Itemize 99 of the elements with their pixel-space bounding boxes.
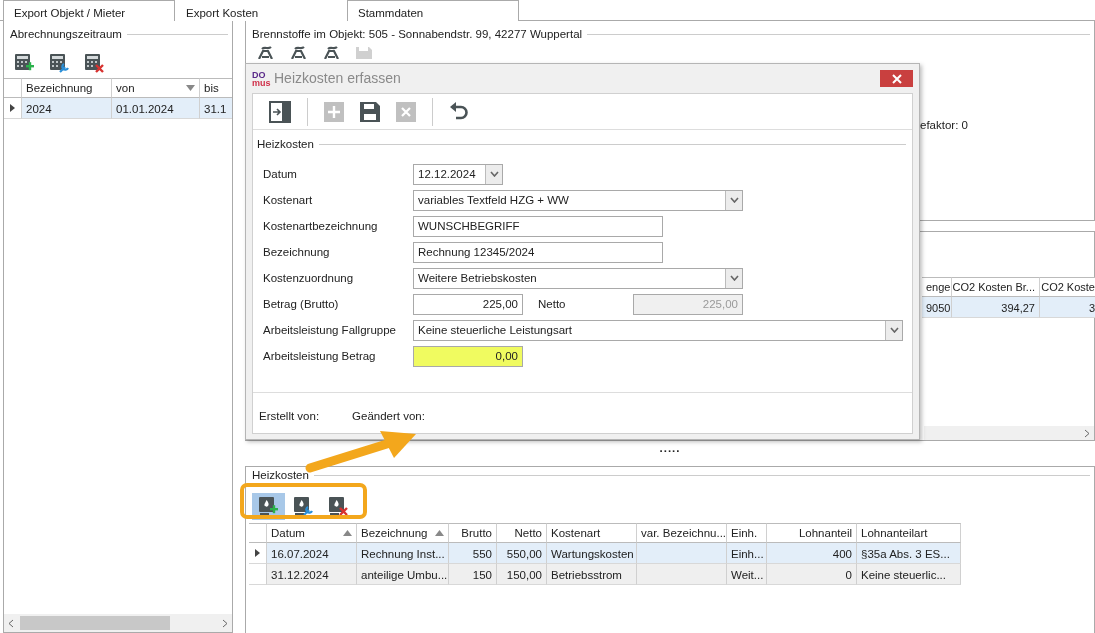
dropdown[interactable]: Keine steuerliche Leistungsart xyxy=(413,319,903,341)
column-header[interactable]: Lohnanteil xyxy=(767,523,857,544)
column-header[interactable]: Bezeichnung xyxy=(357,523,449,544)
dropdown[interactable]: variables Textfeld HZG + WW xyxy=(413,189,743,211)
chevron-down-icon xyxy=(729,197,739,204)
logo: DO mus xyxy=(252,70,270,87)
fuel-icon[interactable] xyxy=(322,46,341,60)
sort-ascending-icon[interactable] xyxy=(435,530,444,537)
table-cell: 3 xyxy=(1040,297,1095,318)
row-header-cell[interactable] xyxy=(4,98,22,120)
column-header[interactable]: Einh. xyxy=(727,523,767,544)
table-cell: 400 xyxy=(767,543,857,565)
input-field[interactable]: Rechnung 12345/2024 xyxy=(413,241,663,263)
table-cell: 9050 xyxy=(922,297,952,318)
input-field[interactable]: 225,00 xyxy=(413,293,523,315)
table-cell: 0 xyxy=(767,564,857,586)
table-cell: Betriebsstrom xyxy=(547,564,637,586)
column-header[interactable]: bis xyxy=(200,78,232,99)
splitter-handle[interactable]: ..... xyxy=(245,441,1095,466)
info-text: efaktor: 0 xyxy=(920,118,968,133)
column-header[interactable]: var. Bezeichnu... xyxy=(637,523,727,544)
scroll-right-icon[interactable] xyxy=(222,618,228,628)
field-label: Kostenzuordnung xyxy=(263,270,355,286)
chevron-down-icon xyxy=(729,275,739,282)
column-header[interactable]: Datum xyxy=(267,523,357,544)
input-field[interactable]: 0,00 xyxy=(413,345,523,367)
horizontal-scrollbar[interactable] xyxy=(4,614,232,632)
calculator-edit-icon[interactable] xyxy=(49,53,70,75)
tab[interactable]: Export Objekt / Mieter xyxy=(3,0,175,21)
close-button[interactable] xyxy=(880,70,913,87)
field-label: Datum xyxy=(263,166,298,182)
table-cell: 150 xyxy=(449,564,497,586)
footer-label: Erstellt von: xyxy=(259,409,320,425)
field-label: Netto xyxy=(538,296,567,312)
chevron-down-icon xyxy=(489,171,499,178)
heater-delete-icon[interactable] xyxy=(328,496,349,518)
date-picker[interactable]: 12.12.2024 xyxy=(413,163,503,185)
table-cell: §35a Abs. 3 ES... xyxy=(857,543,961,565)
exit-icon[interactable] xyxy=(269,100,291,123)
sort-descending-icon[interactable] xyxy=(186,85,195,92)
group-title: Brennstoffe im Objekt: 505 - Sonnabendstr. 99, 42277 Wuppertal xyxy=(252,27,583,42)
input-field[interactable]: WUNSCHBEGRIFF xyxy=(413,215,663,237)
table-cell: 16.07.2024 xyxy=(267,543,357,565)
table-cell: 2024 xyxy=(22,98,112,120)
field-label: Kostenartbezeichnung xyxy=(263,218,379,234)
scroll-left-icon[interactable] xyxy=(8,618,14,628)
column-header[interactable]: von xyxy=(112,78,200,99)
table-cell: Wartungskosten xyxy=(547,543,637,565)
horizontal-scrollbar[interactable] xyxy=(924,426,1094,440)
column-header[interactable]: Brutto xyxy=(449,523,497,544)
group-title: Abrechnungszeitraum xyxy=(10,27,122,42)
group-title: Heizkosten xyxy=(257,137,314,152)
scroll-right-icon[interactable] xyxy=(1084,428,1090,438)
field-label: Betrag (Brutto) xyxy=(263,296,340,312)
footer-label: Geändert von: xyxy=(352,409,425,425)
tab[interactable]: Stammdaten xyxy=(347,0,519,21)
field-label: Arbeitsleistung Betrag xyxy=(263,348,377,364)
table-cell: Rechnung Inst... xyxy=(357,543,449,565)
row-header-cell[interactable] xyxy=(249,564,267,586)
field-label: Arbeitsleistung Fallgruppe xyxy=(263,322,397,338)
column-header[interactable]: Kostenart xyxy=(547,523,637,544)
field-label: Bezeichnung xyxy=(263,244,331,260)
heater-edit-icon[interactable] xyxy=(293,496,314,518)
table-cell: Einh... xyxy=(727,543,767,565)
table-cell: 01.01.2024 xyxy=(112,98,200,120)
table-cell: 550 xyxy=(449,543,497,565)
row-header-cell[interactable] xyxy=(249,543,267,565)
heater-add-icon[interactable] xyxy=(258,496,279,518)
row-pointer-icon xyxy=(10,104,15,113)
header-corner-cell xyxy=(249,523,267,544)
table-cell: 550,00 xyxy=(497,543,547,565)
column-header[interactable]: Bezeichnung xyxy=(22,78,112,99)
undo-icon[interactable] xyxy=(449,101,469,122)
dialog-title: Heizkosten erfassen xyxy=(274,69,401,88)
group-title: Heizkosten xyxy=(252,468,309,483)
column-header[interactable]: CO2 Kosten Br... xyxy=(952,277,1040,297)
fuel-icon[interactable] xyxy=(289,46,308,60)
dropdown[interactable]: Weitere Betriebskosten xyxy=(413,267,743,289)
column-header[interactable]: Lohnanteilart xyxy=(857,523,961,544)
header-corner-cell xyxy=(4,78,22,99)
field-label: Kostenart xyxy=(263,192,314,208)
input-field: 225,00 xyxy=(633,293,743,315)
save-icon[interactable] xyxy=(360,101,380,122)
table-cell: 31.12.2024 xyxy=(267,564,357,586)
table-cell: Keine steuerlic... xyxy=(857,564,961,586)
chevron-down-icon xyxy=(889,327,899,334)
column-header[interactable]: CO2 Koste xyxy=(1040,277,1095,297)
sort-ascending-icon[interactable] xyxy=(343,530,352,537)
calculator-delete-icon[interactable] xyxy=(84,53,105,75)
table-cell: anteilige Umbu... xyxy=(357,564,449,586)
close-icon xyxy=(891,73,902,84)
fuel-icon[interactable] xyxy=(256,46,275,60)
row-pointer-icon xyxy=(255,549,260,558)
table-cell: 150,00 xyxy=(497,564,547,586)
table-cell: 31.1 xyxy=(200,98,232,120)
table-cell: 394,27 xyxy=(952,297,1040,318)
column-header[interactable]: enge xyxy=(922,277,952,297)
column-header[interactable]: Netto xyxy=(497,523,547,544)
table-cell: Weit... xyxy=(727,564,767,586)
